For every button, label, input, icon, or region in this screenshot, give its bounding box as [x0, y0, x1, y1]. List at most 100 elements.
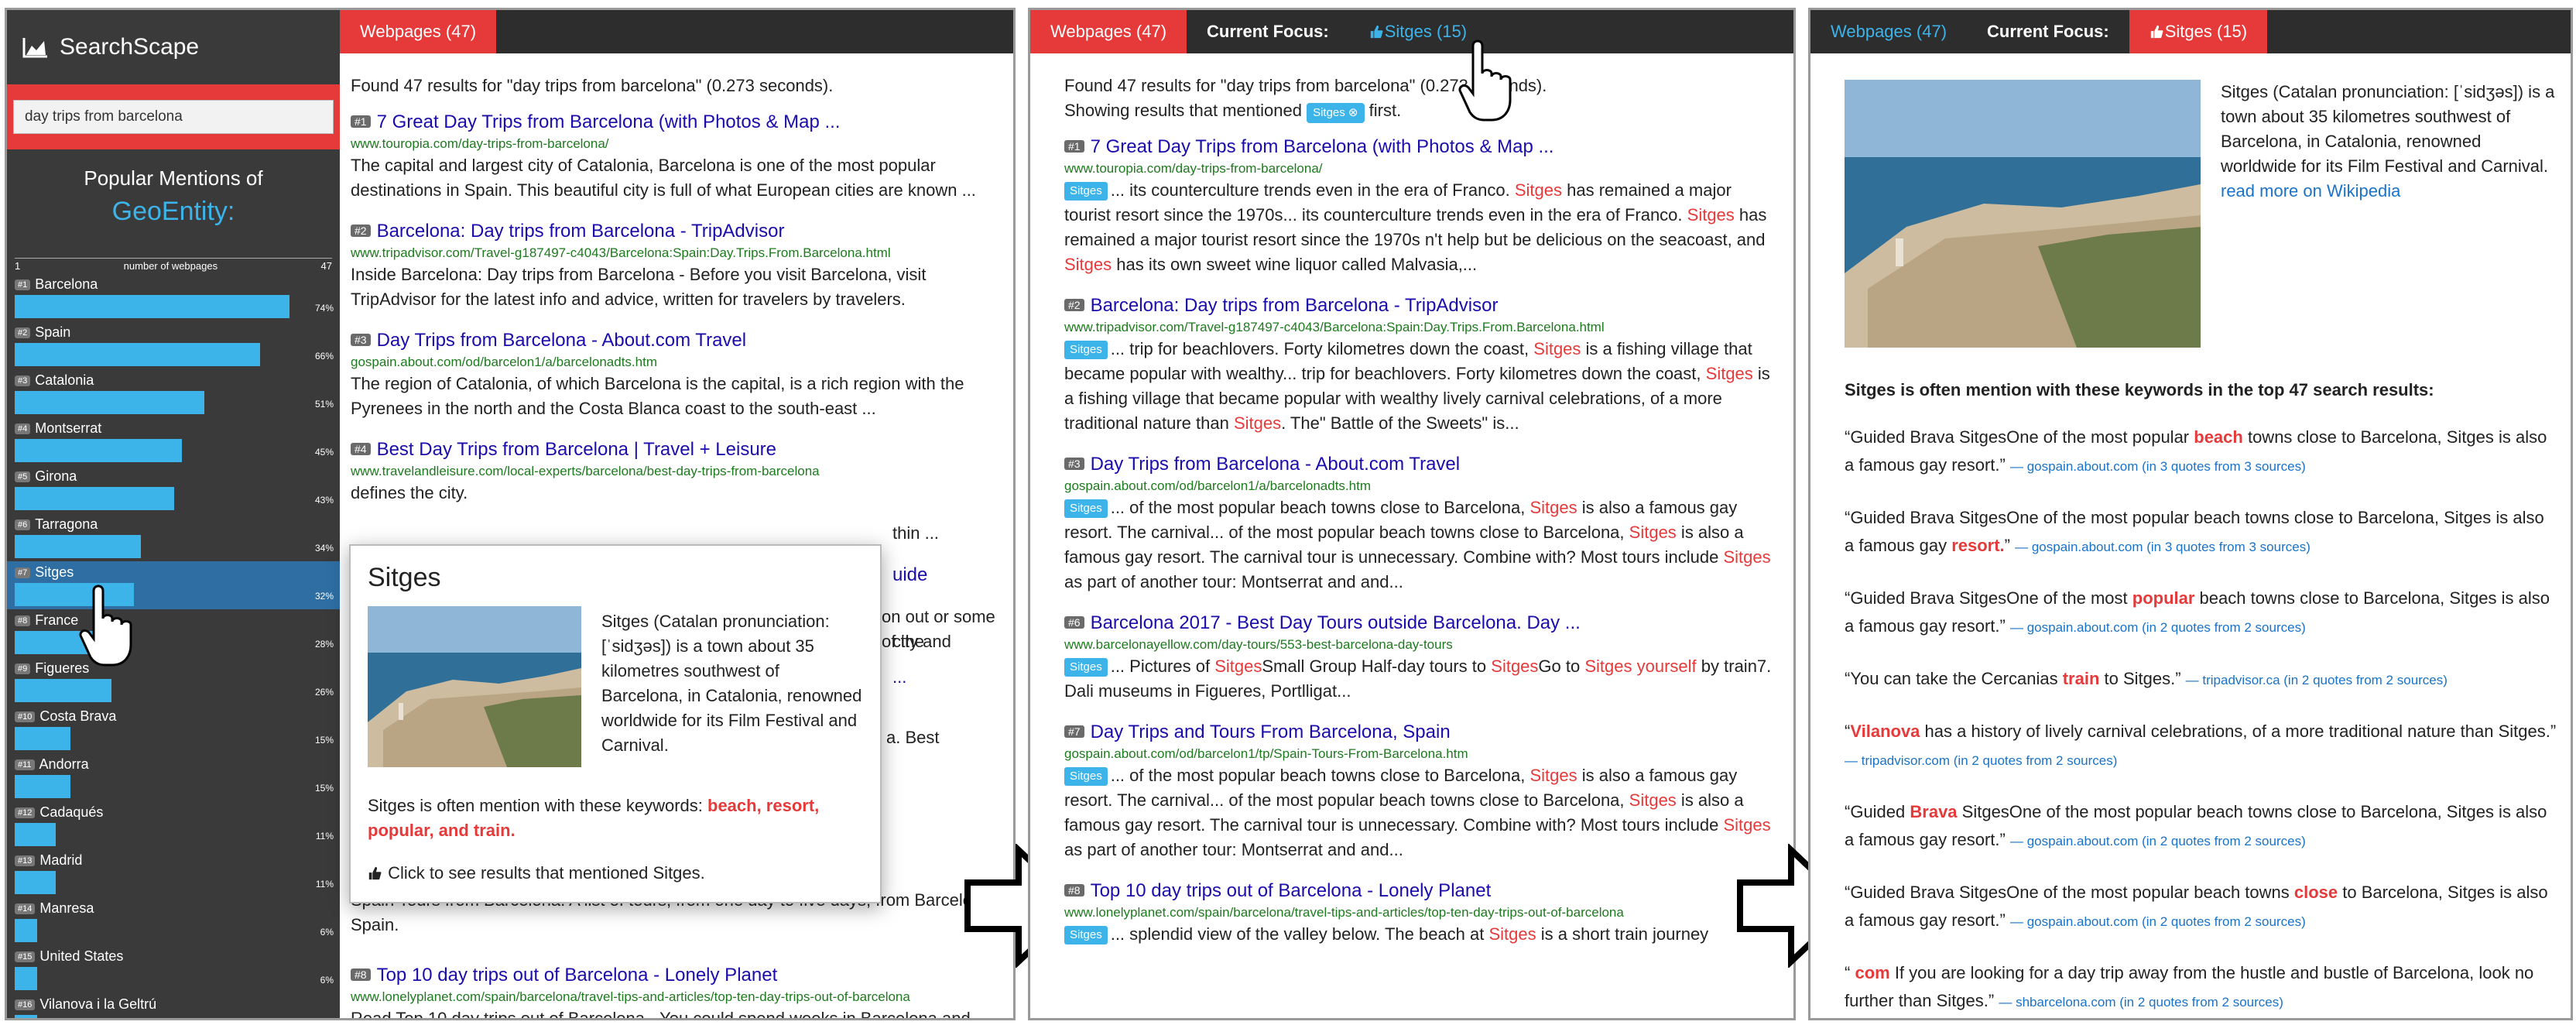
quote-source-link[interactable]: — gospain.about.com (in 2 quotes from 2 … [2010, 834, 2306, 848]
entity-bar[interactable] [15, 295, 290, 318]
result-item[interactable]: #4 Best Day Trips from Barcelona | Travel… [351, 437, 1009, 506]
result-url[interactable]: gospain.about.com/od/barcelon1/tp/Spain-… [1064, 745, 1776, 763]
entity-bar[interactable] [15, 871, 56, 894]
entity-bar-row[interactable]: #1 Barcelona 74% [7, 273, 340, 321]
entity-bar[interactable] [15, 487, 175, 510]
result-title[interactable]: #6 Barcelona 2017 - Best Day Tours outsid… [1064, 610, 1776, 636]
fragment-text: ... [892, 667, 907, 687]
entity-bar-row[interactable]: #15 United States 6% [7, 945, 340, 993]
entity-tag[interactable]: Sitges [1064, 182, 1108, 201]
entity-bar[interactable] [15, 1015, 37, 1018]
result-title-text[interactable]: 7 Great Day Trips from Barcelona (with P… [1091, 136, 1554, 157]
entity-bar[interactable] [15, 535, 142, 558]
result-url[interactable]: gospain.about.com/od/barcelon1/a/barcelo… [351, 353, 1009, 372]
result-title[interactable]: #1 7 Great Day Trips from Barcelona (with… [1064, 134, 1776, 159]
result-item[interactable]: #6 Barcelona 2017 - Best Day Tours outsid… [1064, 610, 1776, 704]
entity-bar[interactable] [15, 775, 70, 798]
entity-bar-label: #3 Catalonia [15, 372, 94, 389]
app-brand[interactable]: SearchScape [7, 10, 340, 84]
entity-popup-card[interactable]: Sitges Sitges (Catalan pronunciation: [ˈ… [349, 544, 882, 903]
result-title[interactable]: #2 Barcelona: Day trips from Barcelona - … [1064, 293, 1776, 318]
quote-source-link[interactable]: — gospain.about.com (in 3 quotes from 3 … [2015, 540, 2311, 554]
entity-bar-row[interactable]: #5 Girona 43% [7, 465, 340, 513]
result-title[interactable]: #3 Day Trips from Barcelona - About.com T… [351, 327, 1009, 353]
result-url[interactable]: www.barcelonayellow.com/day-tours/553-be… [1064, 636, 1776, 654]
result-item[interactable]: #1 7 Great Day Trips from Barcelona (with… [351, 109, 1009, 203]
entity-bar[interactable] [15, 343, 260, 366]
entity-tag[interactable]: Sitges [1064, 926, 1108, 944]
result-title[interactable]: #8 Top 10 day trips out of Barcelona - Lo… [1064, 878, 1776, 903]
result-url[interactable]: www.touropia.com/day-trips-from-barcelon… [1064, 159, 1776, 178]
result-item[interactable]: #1 7 Great Day Trips from Barcelona (with… [1064, 134, 1776, 277]
entity-bar-row[interactable]: #4 Montserrat 45% [7, 417, 340, 465]
tab-webpages[interactable]: Webpages (47) [340, 10, 497, 53]
result-title-text[interactable]: Day Trips from Barcelona - About.com Tra… [1091, 454, 1461, 475]
result-item[interactable]: #8 Top 10 day trips out of Barcelona - Lo… [1064, 878, 1776, 947]
result-title[interactable]: #4 Best Day Trips from Barcelona | Travel… [351, 437, 1009, 462]
result-item[interactable]: #3 Day Trips from Barcelona - About.com T… [351, 327, 1009, 421]
entity-bar[interactable] [15, 679, 111, 702]
entity-bar-row[interactable]: #3 Catalonia 51% [7, 369, 340, 417]
quote-source-link[interactable]: — gospain.about.com (in 3 quotes from 3 … [2010, 459, 2306, 474]
result-title[interactable]: #1 7 Great Day Trips from Barcelona (with… [351, 109, 1009, 135]
popup-see-results[interactable]: Click to see results that mentioned Sitg… [368, 863, 705, 883]
entity-bar-row[interactable]: #9 Figueres 26% [7, 657, 340, 705]
quote-source-link[interactable]: — tripadvisor.ca (in 2 quotes from 2 sou… [2186, 673, 2448, 687]
entity-bar-row[interactable]: #13 Madrid 11% [7, 849, 340, 897]
quote-source-link[interactable]: — gospain.about.com (in 2 quotes from 2 … [2010, 914, 2306, 929]
result-url[interactable]: www.lonelyplanet.com/spain/barcelona/tra… [1064, 903, 1776, 922]
tab-webpages[interactable]: Webpages (47) [1030, 10, 1187, 53]
result-title-text[interactable]: Barcelona: Day trips from Barcelona - Tr… [1091, 295, 1499, 316]
entity-bar-row[interactable]: #12 Cadaqués 11% [7, 801, 340, 849]
result-title-text[interactable]: Day Trips from Barcelona - About.com Tra… [377, 330, 747, 351]
entity-bar[interactable] [15, 967, 37, 990]
result-url[interactable]: www.touropia.com/day-trips-from-barcelon… [351, 135, 1009, 153]
result-title[interactable]: #2 Barcelona: Day trips from Barcelona - … [351, 218, 1009, 244]
result-item[interactable]: #2 Barcelona: Day trips from Barcelona - … [351, 218, 1009, 312]
quote-source-link[interactable]: — gospain.about.com (in 2 quotes from 2 … [2010, 620, 2306, 635]
entity-bar[interactable] [15, 391, 204, 414]
entity-bar-row[interactable]: #11 Andorra 15% [7, 753, 340, 801]
result-url[interactable]: www.travelandleisure.com/local-experts/b… [351, 462, 1009, 481]
result-title[interactable]: #3 Day Trips from Barcelona - About.com T… [1064, 451, 1776, 477]
entity-tag[interactable]: Sitges [1064, 658, 1108, 677]
entity-bar[interactable] [15, 823, 56, 846]
result-title[interactable]: #7 Day Trips and Tours From Barcelona, Sp… [1064, 719, 1776, 745]
entity-tag[interactable]: Sitges [1064, 499, 1108, 518]
quote-text: “You can take the Cercanias [1845, 669, 2063, 688]
result-title-text[interactable]: Barcelona 2017 - Best Day Tours outside … [1091, 612, 1581, 633]
tab-webpages[interactable]: Webpages (47) [1810, 10, 1967, 53]
result-url[interactable]: gospain.about.com/od/barcelon1/a/barcelo… [1064, 477, 1776, 495]
entity-bar-row[interactable]: #6 Tarragona 34% [7, 513, 340, 561]
focus-chip[interactable]: Sitges ⊗ [1307, 103, 1365, 123]
result-title-text[interactable]: 7 Great Day Trips from Barcelona (with P… [377, 111, 841, 132]
result-url[interactable]: www.tripadvisor.com/Travel-g187497-c4043… [351, 244, 1009, 262]
wikipedia-link[interactable]: read more on Wikipedia [2221, 181, 2400, 201]
result-url[interactable]: www.tripadvisor.com/Travel-g187497-c4043… [1064, 318, 1776, 337]
result-item[interactable]: #2 Barcelona: Day trips from Barcelona - … [1064, 293, 1776, 436]
result-item[interactable]: #3 Day Trips from Barcelona - About.com T… [1064, 451, 1776, 595]
result-item[interactable]: #7 Day Trips and Tours From Barcelona, Sp… [1064, 719, 1776, 862]
entity-tag[interactable]: Sitges [1064, 767, 1108, 786]
entity-bar-row[interactable]: #8 France 28% [7, 609, 340, 657]
tab-sitges-label[interactable]: Sitges (15) [2165, 22, 2247, 42]
entity-bar[interactable] [15, 727, 70, 750]
quote-source-link[interactable]: — shbarcelona.com (in 2 quotes from 2 so… [1999, 995, 2283, 1010]
result-title-text[interactable]: Top 10 day trips out of Barcelona - Lone… [1091, 880, 1492, 901]
search-input[interactable] [13, 100, 334, 134]
tab-sitges-label[interactable]: Sitges (15) [1385, 22, 1467, 42]
entity-bar-row[interactable]: #7 Sitges 32% [7, 561, 340, 609]
see-results-text[interactable]: Click to see results that mentioned Sitg… [388, 863, 705, 883]
entity-tag[interactable]: Sitges [1064, 341, 1108, 359]
entity-bar-row[interactable]: #16Vilanova i la Geltrú6% [7, 993, 340, 1018]
entity-bar-row[interactable]: #10 Costa Brava 15% [7, 705, 340, 753]
entity-bar[interactable] [15, 919, 37, 942]
tab-sitges[interactable]: Sitges (15) [2129, 10, 2268, 53]
entity-bar-row[interactable]: #14 Manresa 6% [7, 897, 340, 945]
result-title-text[interactable]: Day Trips and Tours From Barcelona, Spai… [1091, 722, 1451, 742]
entity-bar[interactable] [15, 439, 182, 462]
result-title-text[interactable]: Barcelona: Day trips from Barcelona - Tr… [377, 221, 785, 242]
entity-bar-row[interactable]: #2 Spain 66% [7, 321, 340, 369]
result-title-text[interactable]: Best Day Trips from Barcelona | Travel +… [377, 439, 776, 460]
quote-source-link[interactable]: — tripadvisor.com (in 2 quotes from 2 so… [1845, 753, 2117, 768]
